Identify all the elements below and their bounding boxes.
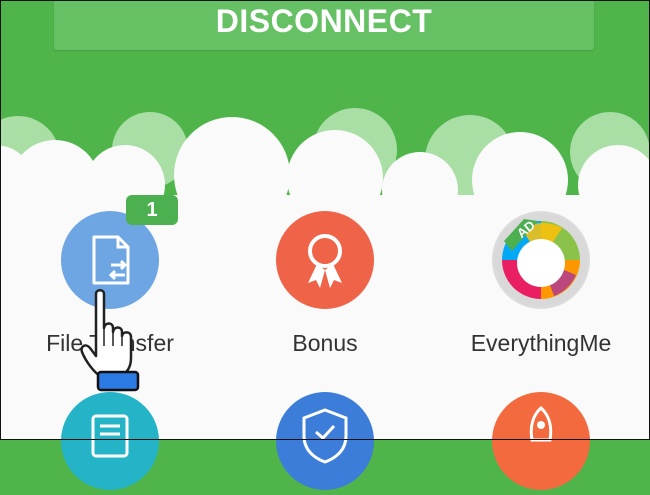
app-bonus[interactable]: Bonus <box>230 211 420 371</box>
app-label-bonus: Bonus <box>292 330 358 356</box>
bonus-tile <box>276 211 374 309</box>
document-icon <box>91 414 129 458</box>
everythingme-logo-icon: AD <box>494 213 588 307</box>
rocket-icon <box>529 405 553 442</box>
app-booster[interactable] <box>492 392 590 490</box>
app-security[interactable] <box>276 392 374 490</box>
everythingme-tile: AD <box>492 211 590 309</box>
app-document[interactable] <box>61 392 159 490</box>
ribbon-award-icon <box>308 234 342 288</box>
pointing-hand-icon <box>80 289 140 392</box>
app-everythingme[interactable]: AD EverythingMe <box>446 211 636 371</box>
shield-check-icon <box>302 408 348 464</box>
app-label-everythingme: EverythingMe <box>470 330 612 356</box>
notification-badge: 1 <box>126 195 178 225</box>
